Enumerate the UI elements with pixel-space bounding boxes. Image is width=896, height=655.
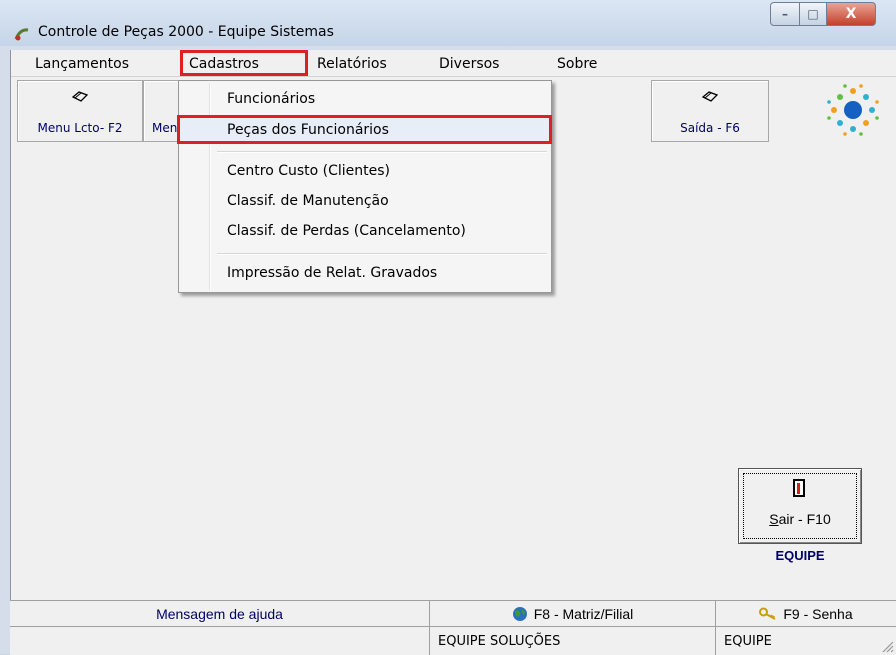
menu-diversos[interactable]: Diversos: [439, 56, 499, 72]
menu-lcto-button[interactable]: Menu Lcto- F2: [17, 80, 143, 142]
matriz-filial-button[interactable]: F8 - Matriz/Filial: [430, 601, 716, 627]
menuitem-centro-custo[interactable]: Centro Custo (Clientes): [227, 163, 390, 179]
status-bar-bottom: EQUIPE SOLUÇÕES EQUIPE: [10, 626, 896, 655]
door-exit-icon: [793, 479, 805, 497]
saida-label: Saída - F6: [680, 121, 740, 135]
menu-cadastros[interactable]: Cadastros: [189, 56, 259, 72]
menuitem-funcionarios[interactable]: Funcionários: [227, 91, 315, 107]
help-message: Mensagem de ajuda: [10, 601, 430, 627]
senha-button[interactable]: F9 - Senha: [716, 601, 896, 627]
menuitem-pecas-funcionarios[interactable]: Peças dos Funcionários: [227, 122, 389, 138]
window-title: Controle de Peças 2000 - Equipe Sistemas: [38, 24, 334, 40]
menu-lcto-label: Menu Lcto- F2: [37, 121, 123, 135]
book-icon: [702, 91, 718, 102]
cadastros-dropdown-menu: Funcionários Peças dos Funcionários Cent…: [177, 80, 552, 293]
globe-icon: [512, 607, 527, 621]
status-bar-top: Mensagem de ajuda F8 - Matriz/Filial F9 …: [10, 600, 896, 627]
matriz-filial-label: F8 - Matriz/Filial: [533, 606, 634, 622]
resize-grip-icon[interactable]: [880, 639, 894, 653]
equipe-label: EQUIPE: [775, 548, 825, 563]
senha-label: F9 - Senha: [783, 606, 853, 622]
menuitem-classif-perdas[interactable]: Classif. de Perdas (Cancelamento): [227, 223, 466, 239]
title-bar[interactable]: Controle de Peças 2000 - Equipe Sistemas…: [0, 0, 896, 46]
menuitem-classif-manutencao[interactable]: Classif. de Manutenção: [227, 193, 389, 209]
sair-button[interactable]: Sair - F10: [738, 468, 862, 544]
app-window: Controle de Peças 2000 - Equipe Sistemas…: [0, 0, 896, 655]
status-company: EQUIPE SOLUÇÕES: [430, 627, 716, 655]
menu-lancamentos[interactable]: Lançamentos: [35, 56, 129, 72]
menu-sobre[interactable]: Sobre: [557, 56, 597, 72]
status-empty: [10, 627, 430, 655]
sair-label: Sair - F10: [769, 511, 831, 527]
dots-logo: [827, 84, 879, 136]
book-icon: [72, 91, 88, 102]
app-icon: [14, 28, 29, 41]
close-button[interactable]: X: [827, 2, 876, 26]
maximize-button[interactable]: □: [800, 2, 827, 26]
menu-bar: Lançamentos Cadastros Relatórios Diverso…: [11, 50, 896, 77]
menuitem-impressao-relat[interactable]: Impressão de Relat. Gravados: [227, 265, 437, 281]
key-icon: [759, 607, 776, 620]
menu-relatorios[interactable]: Relatórios: [317, 56, 387, 72]
saida-button[interactable]: Saída - F6: [651, 80, 769, 142]
minimize-button[interactable]: –: [770, 2, 800, 26]
status-user: EQUIPE: [724, 633, 772, 649]
